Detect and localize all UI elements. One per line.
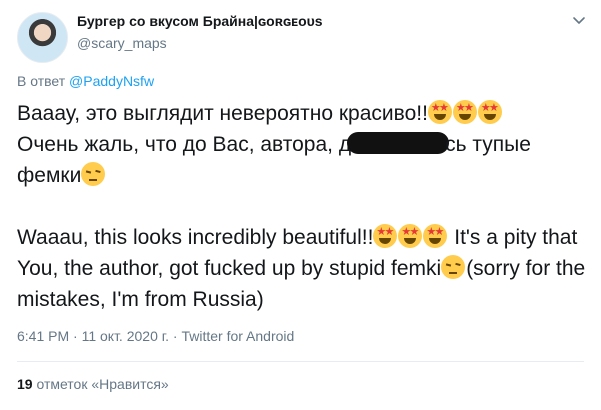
star-struck-emoji — [452, 100, 477, 124]
likes-number: 19 — [17, 376, 33, 392]
avatar[interactable] — [17, 12, 68, 63]
reply-context: В ответ @PaddyNsfw — [17, 73, 154, 89]
reply-mention-link[interactable]: @PaddyNsfw — [69, 73, 154, 89]
star-struck-emoji — [373, 224, 398, 248]
tweet-line-ru-2: Очень жаль, что до Вас, автора, д сь тупы… — [17, 132, 531, 156]
divider — [17, 361, 584, 362]
pensive-emoji — [81, 162, 106, 186]
author-handle[interactable]: @scary_maps — [77, 35, 167, 51]
likes-label: отметок «Нравится» — [36, 376, 169, 392]
star-struck-emoji — [423, 224, 448, 248]
star-struck-emoji — [398, 224, 423, 248]
tweet-line-ru-1: Вааау, это выглядит невероятно красиво!! — [17, 98, 592, 129]
star-struck-emoji — [477, 100, 502, 124]
likes-count[interactable]: 19 отметок «Нравится» — [17, 376, 169, 392]
chevron-down-icon[interactable] — [572, 13, 586, 27]
tweet-timestamp-source[interactable]: 6:41 PM · 11 окт. 2020 г. · Twitter for … — [17, 328, 294, 344]
tweet-text: Вааау, это выглядит невероятно красиво!!… — [17, 98, 592, 315]
redaction-scribble — [347, 132, 450, 154]
author-display-name[interactable]: Бургер со вкусом Брайна|ɢᴏʀɢᴇᴏᴜs — [77, 13, 323, 29]
star-struck-emoji — [427, 100, 452, 124]
pensive-emoji — [441, 255, 466, 279]
reply-prefix: В ответ — [17, 73, 66, 89]
tweet-line-ru-3: фемки — [17, 160, 592, 191]
tweet-paragraph-en: Waaau, this looks incredibly beautiful!!… — [17, 222, 592, 315]
